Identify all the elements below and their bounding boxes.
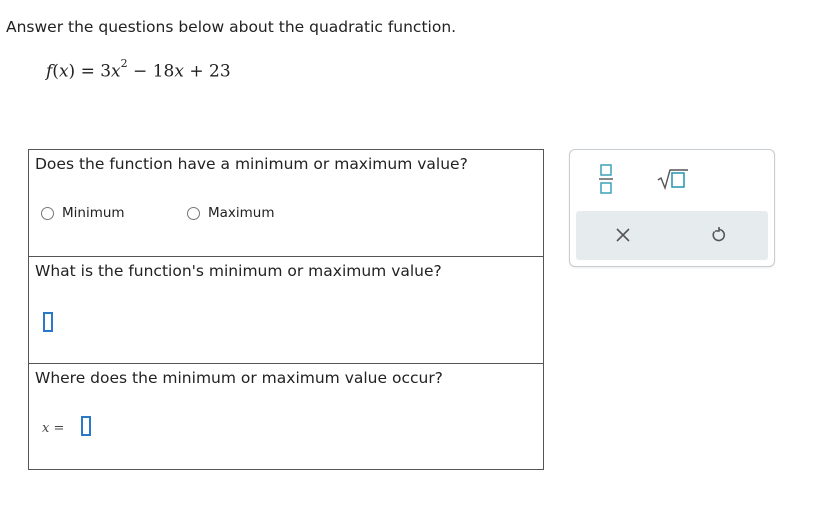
exponent: 2 [120,57,128,70]
formula-var: x [174,61,184,82]
question-text: Where does the minimum or maximum value … [35,369,443,387]
value-answer-input[interactable] [43,312,53,332]
question-value: What is the function's minimum or maximu… [29,257,543,364]
formula-var: x [58,61,69,82]
undo-button[interactable] [710,226,728,248]
quadratic-formula: f(x) = 3x2 − 18x + 23 [46,57,231,82]
radio-maximum[interactable]: Maximum [187,205,275,221]
square-root-icon [657,169,688,191]
constant: 23 [209,61,231,82]
formula-var: x [111,61,121,82]
coef-b: 18 [152,61,175,82]
radio-minimum[interactable]: Minimum [41,205,125,221]
square-root-button[interactable] [656,167,690,195]
coef-a: 3 [100,61,112,82]
radio-label: Minimum [62,205,125,221]
location-answer-input[interactable] [81,416,91,436]
x-equals-label: x = [42,421,64,436]
clear-icon [616,228,630,242]
questions-panel: Does the function have a minimum or maxi… [28,149,544,470]
x-var: x [42,421,50,436]
undo-icon [712,227,725,242]
fraction-button[interactable] [596,163,616,199]
question-min-max: Does the function have a minimum or maxi… [29,150,543,257]
radio-circle[interactable] [187,206,200,220]
radio-circle[interactable] [41,206,54,220]
fraction-icon [599,164,613,194]
clear-button[interactable] [615,227,631,247]
math-toolbar [569,149,775,267]
instructions: Answer the questions below about the qua… [6,18,457,36]
toolbar-actions [576,211,768,260]
question-location: Where does the minimum or maximum value … [29,364,543,470]
radio-label: Maximum [208,205,275,221]
equals-sign: = [53,421,65,436]
function-name: f [46,61,53,82]
question-text: Does the function have a minimum or maxi… [35,155,468,173]
question-text: What is the function's minimum or maximu… [35,262,442,280]
